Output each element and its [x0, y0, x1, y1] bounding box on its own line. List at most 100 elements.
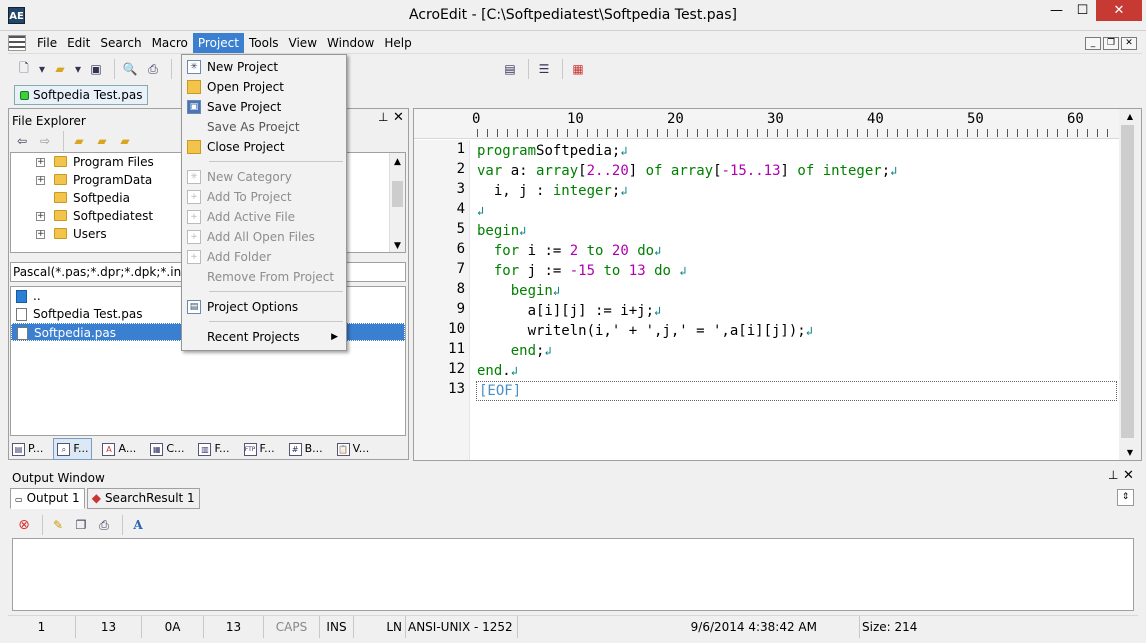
menu-macro[interactable]: Macro	[147, 33, 193, 53]
tab-f[interactable]: ▥ F...	[194, 438, 233, 460]
tab-a[interactable]: A A...	[98, 438, 140, 460]
menu-item-label: Save As Proejct	[207, 120, 300, 134]
highlight-icon[interactable]: ✎	[48, 515, 68, 535]
menu-item-recent-projects[interactable]: Recent Projects ▶	[182, 327, 346, 347]
menu-item-add-to-project[interactable]: + Add To Project	[182, 187, 346, 207]
close-window-button[interactable]: ✕	[1096, 0, 1142, 21]
code-line[interactable]: ↲	[477, 201, 484, 221]
scroll-up-icon[interactable]: ▲	[390, 157, 405, 167]
menu-item-save-as-project[interactable]: Save As Proejct	[182, 117, 346, 137]
forward-icon[interactable]: ⇨	[35, 131, 55, 151]
code-line[interactable]: for j := -15 to 13 do ↲	[477, 261, 687, 281]
menu-search[interactable]: Search	[95, 33, 146, 53]
toolbar-separator	[63, 131, 64, 151]
clear-icon[interactable]: ⊗	[14, 515, 34, 535]
scroll-down-icon[interactable]: ▼	[1119, 448, 1141, 457]
window-list-icon[interactable]: ▤	[500, 59, 520, 79]
tab-file-explorer[interactable]: ⌕ F...	[53, 438, 93, 460]
menu-edit[interactable]: Edit	[62, 33, 95, 53]
open-folder-icon[interactable]: ▰	[50, 59, 70, 79]
line-number: 10	[448, 321, 465, 337]
tab-project[interactable]: ▤ P...	[8, 438, 47, 460]
calendar-icon[interactable]: ▦	[568, 59, 588, 79]
menu-view[interactable]: View	[284, 33, 322, 53]
tab-label: F...	[214, 442, 230, 455]
scroll-thumb[interactable]	[1121, 125, 1134, 438]
function-icon: ▥	[198, 442, 212, 456]
expand-icon[interactable]: +	[36, 176, 45, 185]
expand-icon[interactable]: +	[36, 158, 45, 167]
tab-c[interactable]: ▦ C...	[146, 438, 188, 460]
code-line[interactable]: end;↲	[477, 341, 552, 361]
new-folder-icon[interactable]: ▰	[92, 131, 112, 151]
tab-v[interactable]: 📋 V...	[333, 438, 374, 460]
scroll-up-icon[interactable]: ▲	[1119, 112, 1141, 121]
tab-b[interactable]: # B...	[285, 438, 327, 460]
menu-separator	[209, 161, 343, 162]
menu-item-project-options[interactable]: ▤ Project Options	[182, 297, 346, 317]
menu-file[interactable]: File	[32, 33, 62, 53]
mdi-restore-button[interactable]: ❐	[1103, 37, 1119, 50]
menu-window[interactable]: Window	[322, 33, 379, 53]
favorites-folder-icon[interactable]: ▰	[69, 131, 89, 151]
document-tab[interactable]: Softpedia Test.pas	[14, 85, 149, 105]
menu-item-remove-from-project[interactable]: Remove From Project	[182, 267, 346, 287]
print-preview-icon[interactable]: 🔍	[120, 59, 140, 79]
new-file-icon[interactable]: 🗋	[14, 59, 34, 79]
expand-icon[interactable]: +	[36, 230, 45, 239]
copy-icon[interactable]: ❐	[71, 515, 91, 535]
maximize-button[interactable]: ☐	[1066, 0, 1099, 21]
expand-icon[interactable]: +	[36, 212, 45, 221]
tree-scrollbar[interactable]: ▲ ▼	[389, 153, 405, 252]
menu-help[interactable]: Help	[379, 33, 416, 53]
code-line[interactable]: i, j : integer;↲	[477, 181, 628, 201]
menu-item-open-project[interactable]: Open Project	[182, 77, 346, 97]
font-icon[interactable]: A	[128, 515, 148, 535]
code-line[interactable]: programSoftpedia;↲	[477, 141, 628, 161]
output-text-area[interactable]	[12, 538, 1134, 611]
pin-icon[interactable]: ⊥	[378, 110, 388, 124]
code-line[interactable]: end.↲	[477, 361, 518, 381]
line-number: 12	[448, 361, 465, 377]
back-icon[interactable]: ⇦	[12, 131, 32, 151]
menu-item-add-active-file[interactable]: + Add Active File	[182, 207, 346, 227]
tab-output-1[interactable]: ▭ Output 1	[10, 487, 85, 509]
code-line[interactable]: var a: array[2..20] of array[-15..13] of…	[477, 161, 897, 181]
tab-ftp[interactable]: FTP F...	[240, 438, 279, 460]
add-file-icon: +	[187, 210, 201, 224]
pin-icon[interactable]: ⊥	[1108, 468, 1118, 482]
scroll-thumb[interactable]	[392, 181, 403, 207]
menu-item-label: Remove From Project	[207, 270, 335, 284]
mdi-minimize-button[interactable]: _	[1085, 37, 1101, 50]
menu-tools[interactable]: Tools	[244, 33, 284, 53]
status-char-code: 0A	[142, 616, 204, 638]
menu-item-new-project[interactable]: ✳ New Project	[182, 57, 346, 77]
document-menu-icon[interactable]	[8, 34, 26, 51]
code-line[interactable]: a[i][j] := i+j;↲	[477, 301, 662, 321]
panel-close-icon[interactable]: ✕	[1123, 468, 1134, 483]
menu-project[interactable]: Project	[192, 32, 244, 53]
menu-item-close-project[interactable]: Close Project	[182, 137, 346, 157]
tab-search-result-1[interactable]: ◆ SearchResult 1	[86, 487, 200, 509]
options-icon[interactable]: ☰	[534, 59, 554, 79]
menu-item-add-all-open-files[interactable]: + Add All Open Files	[182, 227, 346, 247]
open-dropdown-icon[interactable]: ▾	[73, 59, 83, 79]
print-icon[interactable]: ⎙	[94, 515, 114, 535]
mdi-close-button[interactable]: ✕	[1121, 37, 1137, 50]
folder-icon	[54, 228, 67, 239]
code-line[interactable]: begin↲	[477, 221, 526, 241]
new-dropdown-icon[interactable]: ▾	[37, 59, 47, 79]
folder-up-icon[interactable]: ▰	[115, 131, 135, 151]
menu-item-new-category[interactable]: ✳ New Category	[182, 167, 346, 187]
code-line[interactable]: for i := 2 to 20 do↲	[477, 241, 661, 261]
print-icon[interactable]: ⎙	[143, 59, 163, 79]
code-line[interactable]: begin↲	[477, 281, 560, 301]
output-select[interactable]: ⇕	[1117, 489, 1134, 506]
tab-label: SearchResult 1	[104, 490, 195, 505]
menu-item-save-project[interactable]: ▣ Save Project	[182, 97, 346, 117]
panel-close-icon[interactable]: ✕	[393, 110, 404, 125]
code-line[interactable]: writeln(i,' + ',j,' = ',a[i][j]);↲	[477, 321, 813, 341]
scroll-down-icon[interactable]: ▼	[390, 241, 405, 251]
menu-item-add-folder[interactable]: + Add Folder	[182, 247, 346, 267]
save-icon[interactable]: ▣	[86, 59, 106, 79]
